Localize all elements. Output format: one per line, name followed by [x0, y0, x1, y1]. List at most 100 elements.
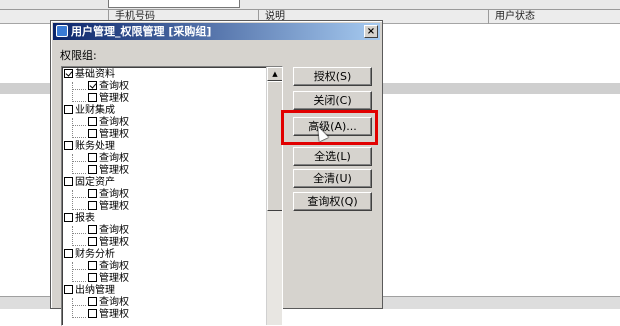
tree-item-label: 管理权: [99, 129, 129, 140]
checkbox[interactable]: [88, 297, 97, 306]
checkbox[interactable]: [88, 165, 97, 174]
tree-connector: [72, 161, 86, 162]
tree-item-permission[interactable]: 管理权: [62, 201, 267, 213]
tree-item-group[interactable]: 业财集成: [62, 105, 267, 117]
tree-item-group[interactable]: 报表: [62, 213, 267, 225]
tree-connector: [72, 82, 73, 102]
tree-item-group[interactable]: 账务处理: [62, 141, 267, 153]
tree-item-label: 查询权: [99, 261, 129, 272]
tree-item-permission[interactable]: 查询权: [62, 117, 267, 129]
tree-connector: [72, 226, 73, 246]
dialog-title: 用户管理_权限管理 [采购组]: [71, 25, 212, 38]
tree-item-permission[interactable]: 管理权: [62, 309, 267, 321]
tree-connector: [72, 245, 86, 246]
tree-item-group[interactable]: 基础资料: [62, 69, 267, 81]
tree-item-permission[interactable]: 管理权: [62, 273, 267, 285]
scroll-up-icon[interactable]: ▲: [267, 67, 282, 81]
tree-connector: [72, 89, 86, 90]
tree-item-label: 管理权: [99, 165, 129, 176]
checkbox[interactable]: [88, 309, 97, 318]
tree-item-label: 业财集成: [75, 105, 115, 116]
tree-item-permission[interactable]: 查询权: [62, 81, 267, 93]
checkbox[interactable]: [88, 273, 97, 282]
checkbox[interactable]: [88, 261, 97, 270]
dialog-titlebar[interactable]: 用户管理_权限管理 [采购组] ×: [53, 23, 380, 40]
tree-connector: [72, 233, 86, 234]
tree-item-permission[interactable]: 管理权: [62, 93, 267, 105]
tree-item-permission[interactable]: 管理权: [62, 237, 267, 249]
permission-tree[interactable]: 基础资料 查询权 管理权 业财集成 查询权 管理权 账务处理 查询权 管理权 固定资产 查询权 管理权…: [61, 66, 283, 326]
checkbox[interactable]: [88, 225, 97, 234]
scroll-thumb[interactable]: [267, 81, 282, 211]
close-button[interactable]: 关闭(C): [293, 91, 372, 110]
checkbox[interactable]: [88, 201, 97, 210]
tree-item-label: 查询权: [99, 225, 129, 236]
tree-connector: [72, 101, 86, 102]
clear-all-button[interactable]: 全清(U): [293, 169, 372, 188]
tree-connector: [72, 154, 73, 174]
tree-connector: [72, 125, 86, 126]
checkbox[interactable]: [88, 117, 97, 126]
tree-connector: [72, 118, 73, 138]
tree-scrollbar[interactable]: ▲: [266, 67, 282, 325]
tree-item-label: 管理权: [99, 237, 129, 248]
tree-item-label: 管理权: [99, 201, 129, 212]
tree-item-label: 管理权: [99, 273, 129, 284]
tree-item-permission[interactable]: 查询权: [62, 189, 267, 201]
tree-item-group[interactable]: 出纳管理: [62, 285, 267, 297]
checkbox[interactable]: [88, 237, 97, 246]
tree-item-label: 查询权: [99, 297, 129, 308]
tree-item-label: 查询权: [99, 153, 129, 164]
tree-item-label: 管理权: [99, 309, 129, 320]
checkbox[interactable]: [88, 81, 97, 90]
tree-item-permission[interactable]: 查询权: [62, 153, 267, 165]
checkbox[interactable]: [88, 153, 97, 162]
query-permission-button[interactable]: 查询权(Q): [293, 192, 372, 211]
close-icon[interactable]: ×: [364, 25, 378, 38]
tree-item-label: 固定资产: [75, 177, 115, 188]
advanced-button-highlight: [281, 110, 378, 145]
checkbox[interactable]: [88, 93, 97, 102]
tree-item-permission[interactable]: 查询权: [62, 225, 267, 237]
tree-connector: [72, 298, 73, 318]
tree-item-permission[interactable]: 查询权: [62, 261, 267, 273]
tree-item-label: 基础资料: [75, 69, 115, 80]
tree-item-label: 查询权: [99, 117, 129, 128]
tree-connector: [72, 173, 86, 174]
tree-connector: [72, 137, 86, 138]
tree-connector: [72, 305, 86, 306]
tree-connector: [72, 197, 86, 198]
tree-item-permission[interactable]: 管理权: [62, 165, 267, 177]
checkbox[interactable]: [88, 189, 97, 198]
tree-item-label: 查询权: [99, 189, 129, 200]
permission-dialog: 用户管理_权限管理 [采购组] × 权限组: 基础资料 查询权 管理权 业财集成 查询权…: [50, 20, 383, 326]
permission-tree-items: 基础资料 查询权 管理权 业财集成 查询权 管理权 账务处理 查询权 管理权 固定资产 查询权 管理权…: [62, 69, 267, 321]
checkbox[interactable]: [64, 249, 73, 258]
tree-item-permission[interactable]: 查询权: [62, 297, 267, 309]
tree-item-group[interactable]: 财务分析: [62, 249, 267, 261]
background-input[interactable]: [108, 0, 240, 8]
checkbox[interactable]: [64, 141, 73, 150]
tree-connector: [72, 281, 86, 282]
checkbox[interactable]: [64, 285, 73, 294]
checkbox[interactable]: [64, 105, 73, 114]
app-icon: [56, 25, 68, 37]
tree-item-label: 管理权: [99, 93, 129, 104]
background-toolbar: [0, 0, 620, 10]
checkbox[interactable]: [88, 129, 97, 138]
permission-group-label: 权限组:: [60, 49, 97, 62]
tree-item-permission[interactable]: 管理权: [62, 129, 267, 141]
tree-item-label: 报表: [75, 213, 95, 224]
tree-connector: [72, 262, 73, 282]
select-all-button[interactable]: 全选(L): [293, 147, 372, 166]
tree-item-label: 财务分析: [75, 249, 115, 260]
checkbox[interactable]: [64, 213, 73, 222]
grant-button[interactable]: 授权(S): [293, 67, 372, 86]
tree-item-group[interactable]: 固定资产: [62, 177, 267, 189]
checkbox[interactable]: [64, 177, 73, 186]
tree-connector: [72, 269, 86, 270]
column-header-user-status[interactable]: 用户状态: [488, 10, 620, 24]
tree-item-label: 查询权: [99, 81, 129, 92]
checkbox[interactable]: [64, 69, 73, 78]
tree-connector: [72, 317, 86, 318]
